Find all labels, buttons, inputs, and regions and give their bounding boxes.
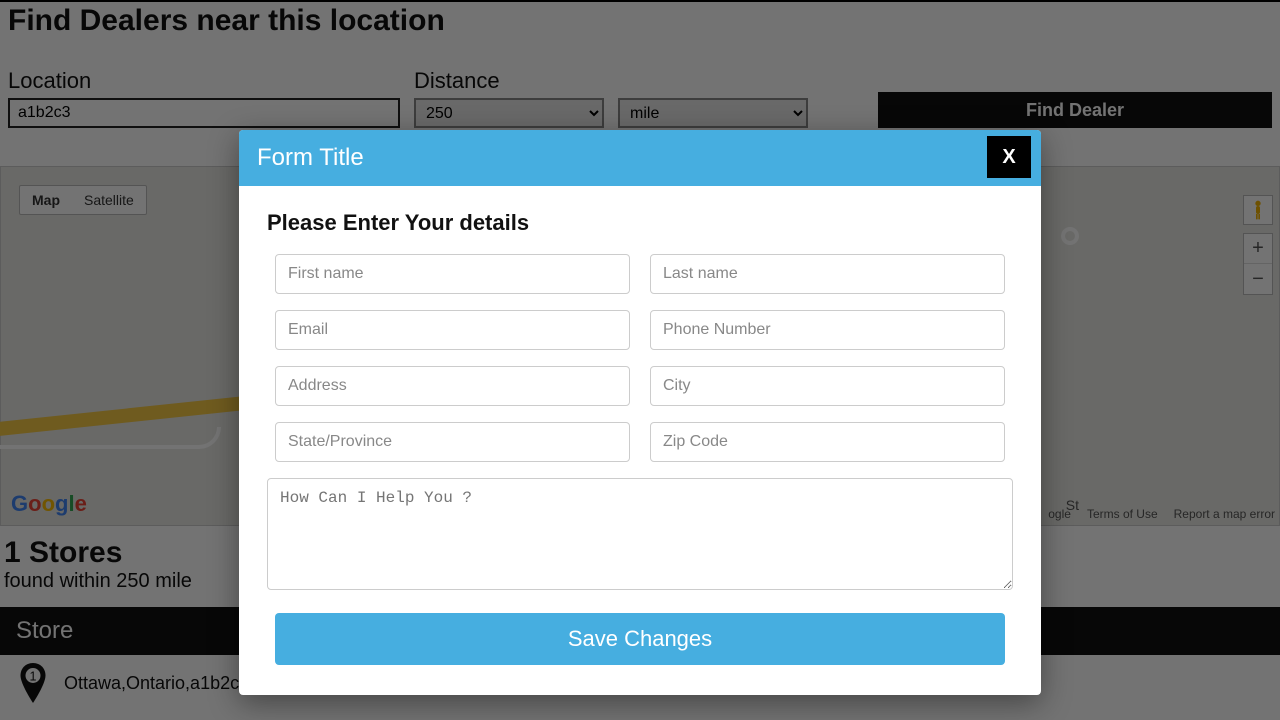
state-field[interactable] [275, 422, 630, 462]
modal-title: Form Title [239, 130, 1041, 186]
modal-subheading: Please Enter Your details [267, 210, 1013, 236]
message-textarea[interactable] [267, 478, 1013, 590]
first-name-field[interactable] [275, 254, 630, 294]
modal-overlay[interactable]: Form Title X Please Enter Your details S… [0, 0, 1280, 720]
save-button[interactable]: Save Changes [275, 613, 1005, 665]
close-button[interactable]: X [987, 136, 1031, 178]
modal-body: Please Enter Your details Save Changes [239, 186, 1041, 695]
form-grid [275, 254, 1005, 462]
dealer-form-modal: Form Title X Please Enter Your details S… [239, 130, 1041, 695]
email-field[interactable] [275, 310, 630, 350]
phone-field[interactable] [650, 310, 1005, 350]
address-field[interactable] [275, 366, 630, 406]
zip-field[interactable] [650, 422, 1005, 462]
city-field[interactable] [650, 366, 1005, 406]
last-name-field[interactable] [650, 254, 1005, 294]
